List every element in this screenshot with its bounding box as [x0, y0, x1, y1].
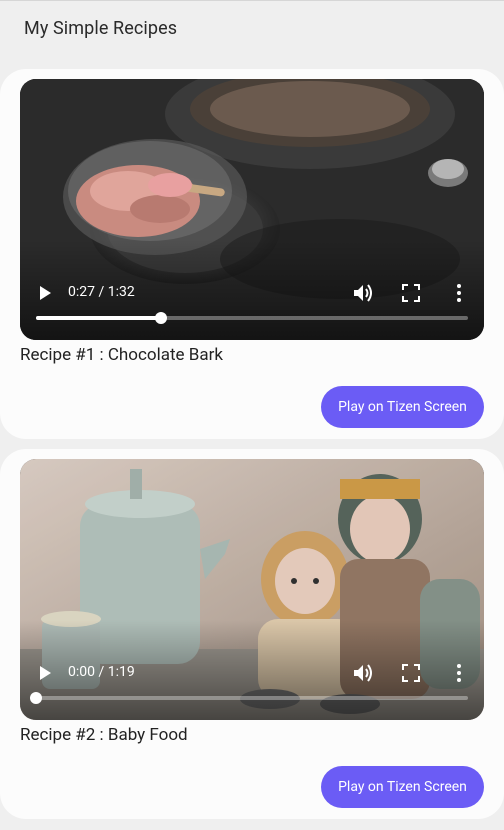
top-divider [0, 0, 504, 1]
video-time: 0:00 / 1:19 [68, 664, 135, 680]
app-title: My Simple Recipes [24, 18, 178, 39]
fullscreen-icon[interactable] [402, 284, 420, 302]
video-controls: 0:00 / 1:19 [20, 662, 484, 684]
video-progress-track[interactable] [30, 692, 468, 704]
play-on-tizen-button[interactable]: Play on Tizen Screen [321, 386, 484, 428]
video-progress-fill [36, 316, 162, 320]
video-player[interactable]: 0:00 / 1:19 [20, 459, 484, 720]
play-icon[interactable] [37, 285, 53, 301]
play-icon[interactable] [37, 665, 53, 681]
play-on-tizen-button[interactable]: Play on Tizen Screen [321, 766, 484, 808]
volume-icon[interactable] [353, 283, 375, 303]
fullscreen-icon[interactable] [402, 664, 420, 682]
video-progress-track[interactable] [36, 312, 468, 324]
more-vert-icon[interactable] [452, 283, 466, 303]
more-vert-icon[interactable] [452, 663, 466, 683]
video-player[interactable]: 0:27 / 1:32 [20, 79, 484, 340]
recipe-card: 0:27 / 1:32 Recipe #1 : Chocolate Bark P… [0, 69, 504, 439]
video-controls: 0:27 / 1:32 [20, 282, 484, 304]
recipe-card: 0:00 / 1:19 Recipe #2 : Baby Food Play o… [0, 449, 504, 819]
video-progress-thumb[interactable] [30, 692, 42, 704]
video-time: 0:27 / 1:32 [68, 284, 135, 300]
volume-icon[interactable] [353, 663, 375, 683]
recipe-title: Recipe #1 : Chocolate Bark [20, 345, 223, 365]
recipe-title: Recipe #2 : Baby Food [20, 725, 188, 745]
